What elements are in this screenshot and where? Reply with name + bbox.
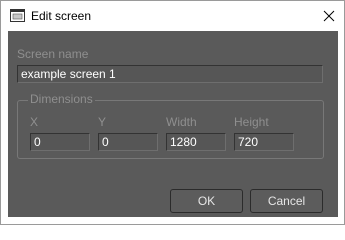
title-bar[interactable]: Edit screen bbox=[1, 1, 344, 31]
x-field[interactable] bbox=[30, 133, 90, 151]
close-button[interactable] bbox=[314, 1, 344, 31]
height-label: Height bbox=[234, 115, 269, 129]
edit-window-icon bbox=[10, 9, 25, 22]
y-label: Y bbox=[98, 115, 107, 129]
screen-name-label: Screen name bbox=[17, 47, 89, 61]
y-field[interactable] bbox=[98, 133, 158, 151]
width-label: Width bbox=[166, 115, 197, 129]
edit-screen-dialog: Edit screen Screen name Dimensions X Y W… bbox=[0, 0, 345, 225]
x-label: X bbox=[30, 115, 39, 129]
cancel-button[interactable]: Cancel bbox=[250, 189, 323, 213]
dimensions-group-title: Dimensions bbox=[28, 92, 95, 106]
width-field[interactable] bbox=[166, 133, 226, 151]
ok-button[interactable]: OK bbox=[170, 189, 243, 213]
close-icon bbox=[323, 10, 335, 22]
dialog-body: Screen name Dimensions X Y Width Height … bbox=[8, 31, 338, 217]
screen-name-field[interactable] bbox=[17, 65, 323, 83]
window-title: Edit screen bbox=[31, 9, 92, 23]
height-field[interactable] bbox=[234, 133, 294, 151]
